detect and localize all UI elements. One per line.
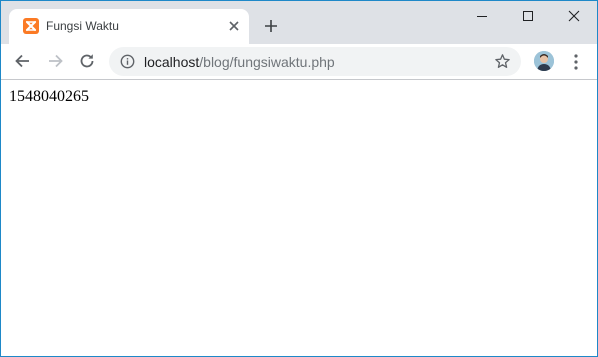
maximize-button[interactable]: [505, 1, 551, 31]
toolbar: localhost/blog/fungsiwaktu.php: [1, 44, 597, 79]
tab-close-icon[interactable]: [227, 19, 241, 33]
url-text[interactable]: localhost/blog/fungsiwaktu.php: [144, 54, 335, 70]
address-bar[interactable]: localhost/blog/fungsiwaktu.php: [109, 47, 521, 76]
reload-icon[interactable]: [77, 51, 97, 71]
menu-dots-icon[interactable]: [571, 53, 581, 71]
url-path: /blog/fungsiwaktu.php: [199, 54, 335, 70]
star-icon[interactable]: [494, 53, 511, 70]
forward-arrow-icon[interactable]: [45, 51, 65, 71]
url-host: localhost: [144, 54, 200, 70]
tab-title: Fungsi Waktu: [46, 19, 119, 33]
minimize-icon: [477, 16, 487, 17]
tab-fungsi-waktu[interactable]: Fungsi Waktu: [9, 9, 249, 44]
minimize-button[interactable]: [459, 1, 505, 31]
back-arrow-icon[interactable]: [13, 51, 33, 71]
new-tab-icon[interactable]: [263, 18, 279, 34]
xampp-icon: [23, 18, 39, 34]
info-icon[interactable]: [120, 54, 135, 69]
timestamp-output: 1548040265: [9, 88, 89, 105]
page-content: 1548040265: [1, 80, 597, 356]
profile-avatar[interactable]: [534, 51, 554, 71]
close-button[interactable]: [551, 1, 597, 31]
maximize-icon: [523, 11, 533, 21]
close-icon: [568, 10, 580, 22]
tab-strip: Fungsi Waktu: [1, 1, 597, 44]
browser-window: Fungsi Waktu localhost/blog/fungsiwaktu.…: [0, 0, 598, 357]
